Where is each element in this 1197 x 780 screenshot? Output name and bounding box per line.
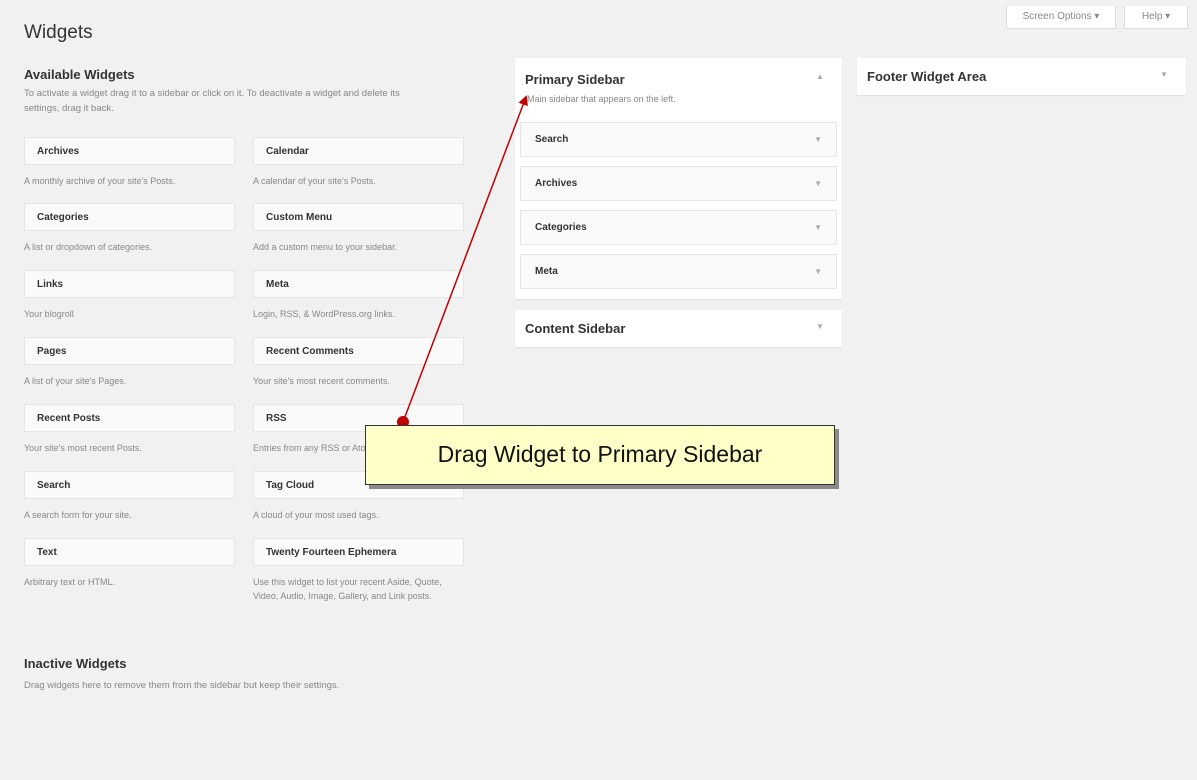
annotation-arrow [397,95,528,428]
arrow-line [402,95,528,423]
callout-box: Drag Widget to Primary Sidebar [365,425,835,485]
